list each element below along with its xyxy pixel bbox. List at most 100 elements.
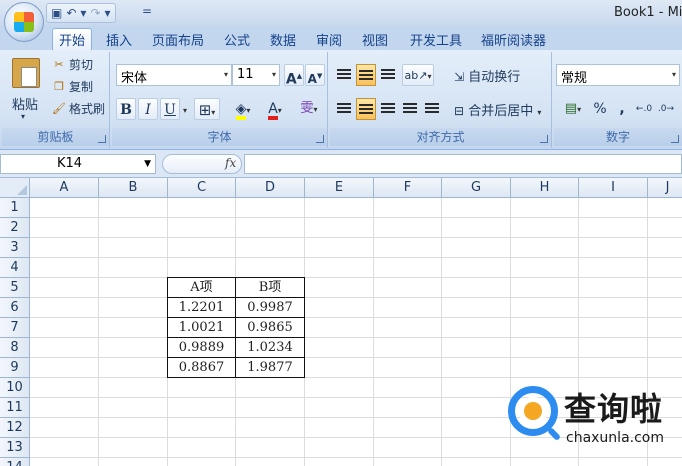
number-dialog-launcher-icon[interactable] (671, 135, 679, 143)
row-header-5[interactable]: 5 (0, 278, 30, 298)
office-button[interactable] (4, 2, 44, 42)
column-header-e[interactable]: E (305, 178, 374, 198)
tab-review[interactable]: 审阅 (316, 30, 342, 50)
font-dialog-launcher-icon[interactable] (316, 135, 324, 143)
table-cell[interactable]: 1.0234 (235, 337, 305, 358)
column-header-f[interactable]: F (374, 178, 442, 198)
table-cell[interactable]: 0.9889 (167, 337, 236, 358)
align-left-button[interactable] (334, 98, 354, 120)
cut-button[interactable]: ✂ 剪切 (52, 56, 93, 73)
decrease-decimal-button[interactable]: .0→ (656, 98, 676, 120)
paste-button[interactable]: 粘贴 (12, 94, 38, 113)
table-header-b[interactable]: B项 (235, 277, 305, 298)
paste-dropdown-icon[interactable]: ▾ (21, 112, 25, 121)
tab-foxit-reader[interactable]: 福昕阅读器 (481, 30, 546, 50)
row-header-9[interactable]: 9 (0, 358, 30, 378)
format-painter-button[interactable]: 🖌 格式刷 (52, 100, 105, 117)
tab-home[interactable]: 开始 (52, 28, 93, 50)
select-all-button[interactable] (0, 178, 30, 198)
align-right-button[interactable] (378, 98, 398, 120)
table-cell[interactable]: 0.9865 (235, 317, 305, 338)
row-header-10[interactable]: 10 (0, 378, 30, 398)
fill-bucket-icon: ◈ (235, 102, 247, 120)
alignment-dialog-launcher-icon[interactable] (540, 135, 548, 143)
orientation-button[interactable]: ab↗▾ (402, 64, 434, 86)
shrink-font-button[interactable]: A▼ (305, 64, 325, 86)
column-header-j[interactable]: J (648, 178, 682, 198)
column-header-i[interactable]: I (579, 178, 648, 198)
row-header-14[interactable]: 14 (0, 458, 30, 466)
underline-dropdown-icon[interactable]: ▾ (180, 98, 190, 120)
save-icon[interactable]: ▣ (51, 6, 62, 20)
align-top-button[interactable] (334, 64, 354, 86)
merge-center-icon: ⊟ (454, 104, 465, 118)
insert-function-button[interactable]: fx (225, 156, 236, 170)
table-cell[interactable]: 1.9877 (235, 357, 305, 378)
formula-input[interactable] (244, 154, 682, 174)
row-header-2[interactable]: 2 (0, 218, 30, 238)
accounting-format-button[interactable]: ▤▾ (558, 98, 588, 120)
column-header-b[interactable]: B (99, 178, 168, 198)
row-header-1[interactable]: 1 (0, 198, 30, 218)
font-size-combo[interactable]: 11 ▾ (232, 64, 280, 86)
chevron-down-icon[interactable]: ▼ (144, 159, 151, 169)
tab-view[interactable]: 视图 (362, 30, 388, 50)
tab-developer[interactable]: 开发工具 (410, 30, 462, 50)
name-box[interactable]: K14 ▼ (0, 154, 156, 174)
borders-button[interactable]: ⊞▾ (194, 98, 220, 120)
undo-icon[interactable]: ↶ (66, 6, 76, 20)
column-header-h[interactable]: H (511, 178, 579, 198)
table-header-a[interactable]: A项 (167, 277, 236, 298)
underline-button[interactable]: U (160, 98, 180, 120)
grow-font-button[interactable]: A▲ (284, 64, 304, 88)
paste-icon[interactable] (12, 58, 40, 88)
column-header-c[interactable]: C (168, 178, 236, 198)
font-color-button[interactable]: A▾ (260, 98, 290, 120)
phonetic-button[interactable]: 雯▾ (294, 98, 324, 120)
comma-style-button[interactable]: , (614, 98, 630, 120)
tab-data[interactable]: 数据 (270, 30, 296, 50)
wrap-text-button[interactable]: ⇲ 自动换行 (454, 66, 520, 85)
align-middle-button[interactable] (356, 64, 376, 86)
row-header-7[interactable]: 7 (0, 318, 30, 338)
font-name-combo[interactable]: 宋体 ▾ (116, 64, 232, 86)
undo-dropdown-icon[interactable]: ▾ (80, 6, 86, 20)
percent-button[interactable]: % (590, 98, 610, 120)
bold-button[interactable]: B (116, 98, 136, 120)
tab-page-layout[interactable]: 页面布局 (152, 30, 204, 50)
italic-button[interactable]: I (138, 98, 158, 120)
orientation-icon: ab↗ (404, 69, 428, 82)
redo-icon[interactable]: ↷ (90, 6, 100, 20)
row-header-13[interactable]: 13 (0, 438, 30, 458)
table-cell[interactable]: 0.8867 (167, 357, 236, 378)
tab-formulas[interactable]: 公式 (224, 30, 250, 50)
row-header-3[interactable]: 3 (0, 238, 30, 258)
column-header-a[interactable]: A (30, 178, 99, 198)
increase-indent-button[interactable] (422, 98, 442, 120)
number-format-combo[interactable]: 常规 ▾ (556, 64, 680, 86)
row-header-8[interactable]: 8 (0, 338, 30, 358)
customize-qat-button[interactable]: = (142, 4, 152, 18)
fill-color-button[interactable]: ◈▾ (228, 98, 258, 120)
redo-dropdown-icon[interactable]: ▾ (105, 6, 111, 20)
brush-icon: 🖌 (52, 102, 66, 115)
table-cell[interactable]: 0.9987 (235, 297, 305, 318)
tab-insert[interactable]: 插入 (106, 30, 132, 50)
column-header-d[interactable]: D (236, 178, 305, 198)
align-center-button[interactable] (356, 98, 376, 120)
increase-decimal-button[interactable]: ←.0 (634, 98, 654, 120)
row-header-4[interactable]: 4 (0, 258, 30, 278)
copy-button[interactable]: ❐ 复制 (52, 78, 93, 95)
table-cell[interactable]: 1.2201 (167, 297, 236, 318)
table-cell[interactable]: 1.0021 (167, 317, 236, 338)
merge-center-button[interactable]: ⊟ 合并后居中 ▾ (454, 100, 541, 119)
column-header-g[interactable]: G (442, 178, 511, 198)
row-header-12[interactable]: 12 (0, 418, 30, 438)
clipboard-dialog-launcher-icon[interactable] (98, 135, 106, 143)
insert-function-area: fx (162, 154, 242, 174)
row-header-6[interactable]: 6 (0, 298, 30, 318)
row-header-11[interactable]: 11 (0, 398, 30, 418)
align-bottom-button[interactable] (378, 64, 398, 86)
align-top-icon (337, 69, 351, 81)
decrease-indent-button[interactable] (400, 98, 420, 120)
